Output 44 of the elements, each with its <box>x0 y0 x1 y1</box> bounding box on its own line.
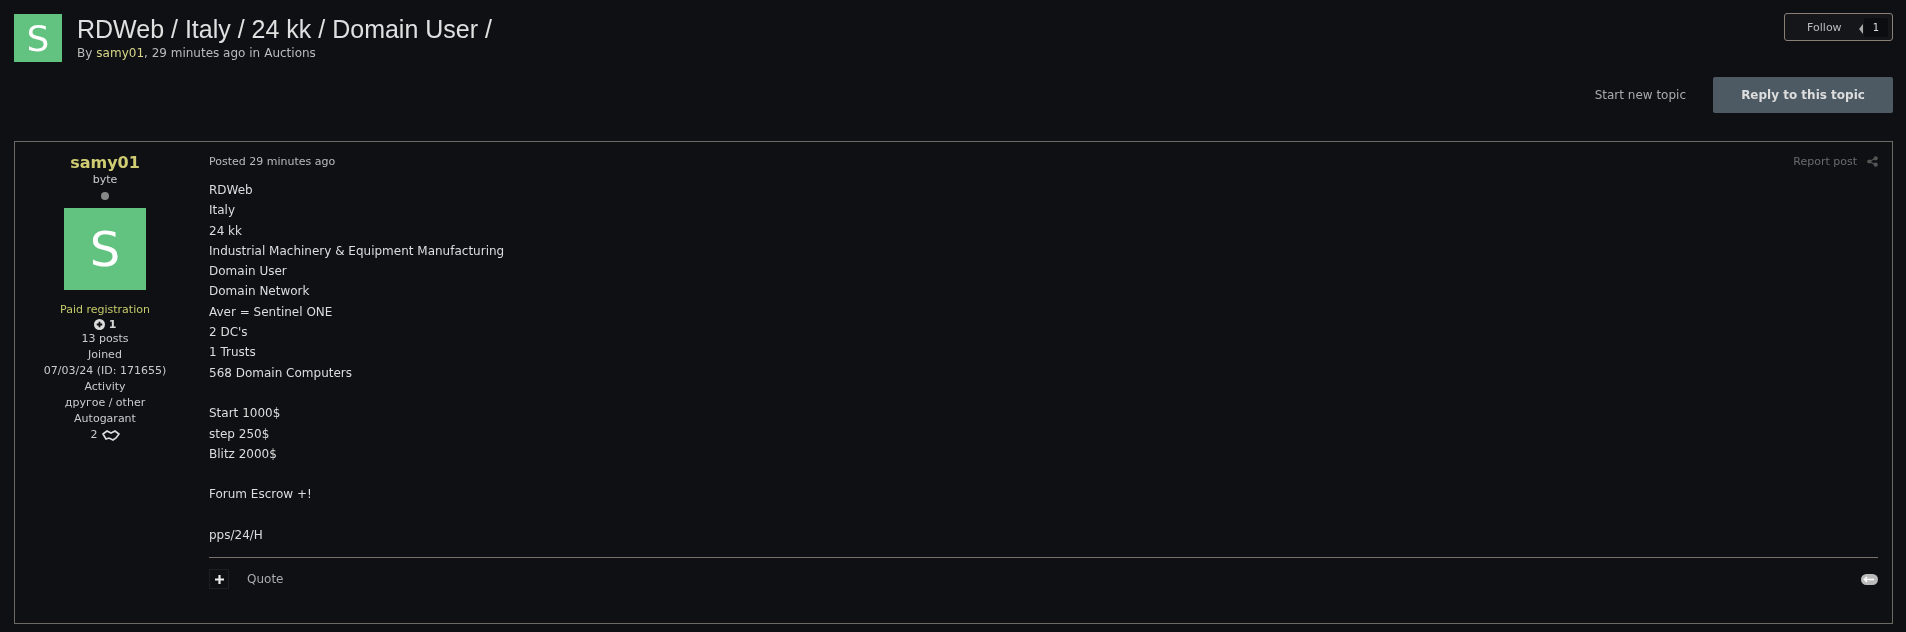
post-text: Blitz 2000$ <box>209 446 277 461</box>
post-text: Industrial Machinery & Equipment Manufacturing <box>209 243 505 258</box>
byline-text: By <box>77 46 93 60</box>
add-button[interactable] <box>209 569 229 590</box>
autogarant-count: 2 <box>90 427 98 443</box>
reputation-count: 1 <box>108 318 117 331</box>
post-text: Forum Escrow +! <box>209 487 312 502</box>
post-text: 2 DC's <box>209 325 248 340</box>
user-avatar: S <box>64 208 146 290</box>
quote-link[interactable]: Quote <box>247 572 284 587</box>
post-text: RDWeb <box>209 183 253 197</box>
user-rank: byte <box>92 172 118 188</box>
post-text: Italy <box>209 203 236 218</box>
activity-value: другое / other <box>64 395 146 411</box>
forum-link[interactable]: Auctions <box>264 46 316 60</box>
byline-text: , 29 minutes ago in <box>144 46 261 60</box>
post-text: Domain Network <box>209 284 310 299</box>
post-text: Aver = Sentinel ONE <box>209 304 333 319</box>
username-link[interactable]: samy01 <box>70 153 140 172</box>
post-text: 568 Domain Computers <box>209 365 352 380</box>
follow-button[interactable]: Follow 1 <box>1784 13 1893 41</box>
joined-date: 07/03/24 (ID: 171655) <box>43 363 167 379</box>
start-topic-link[interactable]: Start new topic <box>1594 88 1686 102</box>
avatar: S <box>14 14 62 62</box>
activity-label: Activity <box>84 379 126 395</box>
post-text: Start 1000$ <box>209 406 281 421</box>
author-link[interactable]: samy01 <box>96 46 144 60</box>
post-text: Domain User <box>209 264 287 279</box>
reply-button[interactable]: Reply to this topic <box>1713 77 1893 113</box>
plus-icon <box>214 574 224 584</box>
share-icon[interactable] <box>1867 156 1878 167</box>
post-text: 1 Trusts <box>209 345 256 360</box>
post-text: 24 kk <box>209 223 242 238</box>
plus-circle-icon <box>93 319 105 330</box>
joined-label: Joined <box>88 347 122 363</box>
post-text: step 250$ <box>209 426 270 441</box>
reaction-icon[interactable] <box>1861 573 1878 585</box>
user-group: Paid registration <box>60 302 150 318</box>
autogarant-label: Autogarant <box>74 411 136 427</box>
post-count: 13 posts <box>81 331 129 347</box>
post-text: pps/24/H <box>209 528 263 543</box>
report-link[interactable]: Report post <box>1793 155 1857 168</box>
post-date: Posted 29 minutes ago <box>209 155 336 168</box>
topic-title: RDWeb / Italy / 24 kk / Domain User / <box>77 14 492 44</box>
